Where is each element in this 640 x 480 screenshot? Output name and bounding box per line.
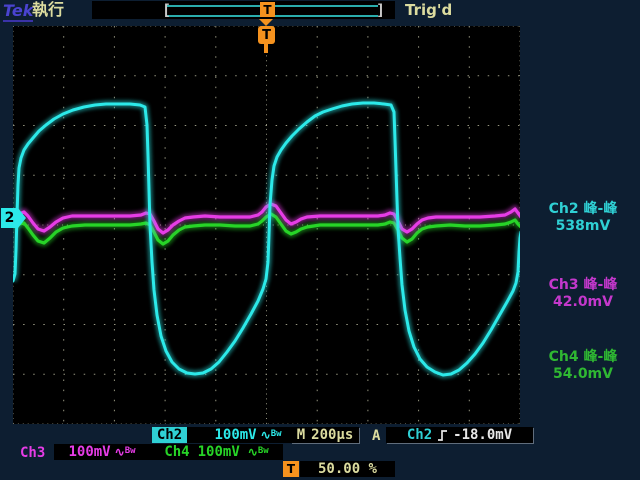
rising-edge-icon <box>437 429 448 442</box>
ch3-coupling-icon: ∿Bw <box>115 444 136 460</box>
ch2-channel-badge: Ch2 <box>152 427 187 443</box>
horizontal-position-readout: 50.00 % <box>300 461 395 477</box>
timebase-readout: M 200µs <box>291 427 359 443</box>
trigger-status: Trig'd <box>405 1 452 19</box>
trigger-flag-stem <box>264 44 268 53</box>
ch2-ground-marker-tip-icon <box>18 208 26 228</box>
record-window-right-bracket: ] <box>376 1 385 19</box>
trigger-level: -18.0mV <box>453 427 512 443</box>
trigger-position-arrow-icon <box>259 19 273 26</box>
waveform-display <box>13 26 520 424</box>
run-status: 執行 <box>32 1 64 19</box>
trigger-source: Ch2 <box>407 427 432 443</box>
tek-logo: Tek <box>3 1 33 22</box>
record-view-bar: [ ] T <box>92 1 395 19</box>
measurement-title: Ch4 峰-峰 <box>528 349 638 366</box>
trigger-position-flag: T <box>258 26 275 44</box>
horizontal-position-icon: T <box>283 461 299 477</box>
oscilloscope-screen: Tek 執行 Trig'd [ ] T T 2 Ch2 峰-峰 538mV Ch… <box>0 0 640 480</box>
trigger-readout: Ch2 -18.0mV <box>386 427 533 443</box>
ch3-channel-label: Ch3 <box>20 445 45 461</box>
measurement-title: Ch2 峰-峰 <box>528 201 638 218</box>
measurement-ch2-peak-to-peak: Ch2 峰-峰 538mV <box>528 201 638 235</box>
trigger-mode-label: A <box>372 428 380 444</box>
measurement-value: 538mV <box>528 218 638 235</box>
measurement-ch4-peak-to-peak: Ch4 峰-峰 54.0mV <box>528 349 638 383</box>
ch4-scale-readout: Ch4 100mV ∿Bw <box>150 444 283 460</box>
timebase-label: M <box>297 427 305 443</box>
measurement-title: Ch3 峰-峰 <box>528 277 638 294</box>
measurement-ch3-peak-to-peak: Ch3 峰-峰 42.0mV <box>528 277 638 311</box>
measurement-value: 54.0mV <box>528 366 638 383</box>
ch2-coupling-icon: ∿Bw <box>261 427 282 443</box>
record-window-left-bracket: [ <box>162 1 171 19</box>
measurement-value: 42.0mV <box>528 294 638 311</box>
ch4-coupling-icon: ∿Bw <box>248 444 269 460</box>
ch4-channel-label: Ch4 <box>164 444 189 460</box>
ch3-scale-readout: 100mV ∿Bw <box>54 444 150 460</box>
ch2-ground-marker: 2 <box>1 208 26 228</box>
record-trigger-position-marker: T <box>260 2 275 17</box>
timebase-value: 200µs <box>311 427 353 443</box>
